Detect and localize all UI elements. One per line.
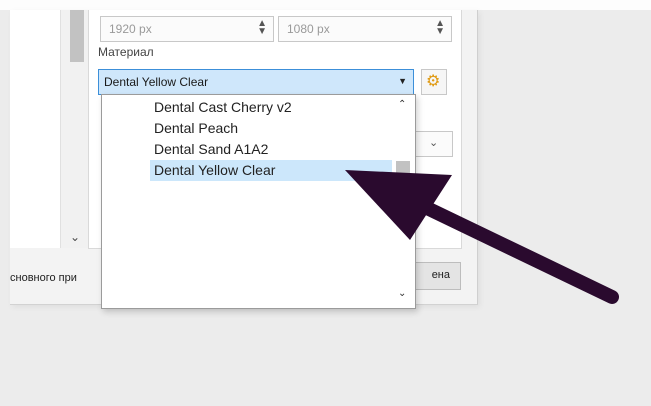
annotation-arrow-icon [345,170,619,304]
